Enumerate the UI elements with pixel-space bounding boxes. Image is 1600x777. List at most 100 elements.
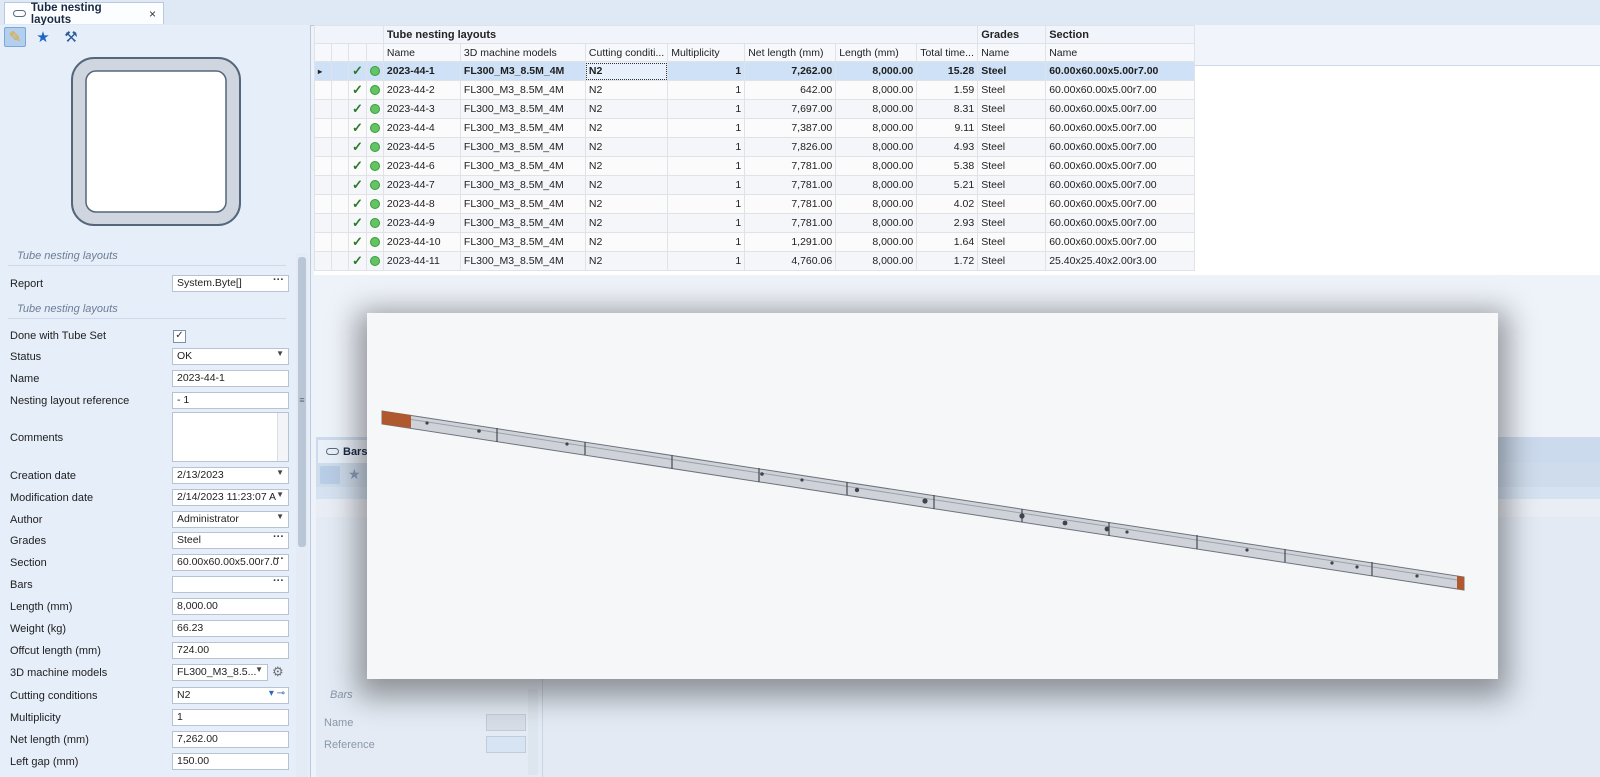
star-icon[interactable]: ★ (32, 27, 54, 47)
check-icon[interactable]: ✓ (348, 80, 367, 100)
cell-total-time[interactable]: 2.93 (916, 213, 979, 233)
net-length-field[interactable]: 7,262.00 (172, 731, 289, 748)
row-indicator[interactable] (314, 99, 332, 119)
cell-cutting[interactable]: N2 (584, 251, 669, 271)
table-row[interactable]: ✓ 2023-44-8 FL300_M3_8.5M_4M N2 1 7,781.00 8,0… (314, 194, 1196, 214)
edit-icon[interactable]: ✎ (4, 27, 26, 47)
cell-total-time[interactable]: 4.93 (916, 137, 979, 157)
cell-models[interactable]: FL300_M3_8.5M_4M (459, 61, 586, 81)
cell-name[interactable]: 2023-44-11 (382, 251, 461, 271)
cell-length[interactable]: 8,000.00 (835, 137, 918, 157)
chevron-down-icon[interactable]: ▼ (276, 490, 284, 499)
row-indicator[interactable] (314, 156, 332, 176)
star-icon[interactable]: ★ (348, 466, 361, 483)
link-icon[interactable]: ▾ ⊸ (269, 688, 285, 699)
cell-models[interactable]: FL300_M3_8.5M_4M (459, 232, 586, 252)
status-dot-icon[interactable] (365, 194, 384, 214)
cell-models[interactable]: FL300_M3_8.5M_4M (459, 156, 586, 176)
status-dot-icon[interactable] (365, 156, 384, 176)
column-header-length[interactable]: Length (mm) (835, 43, 918, 62)
cell-length[interactable]: 8,000.00 (835, 194, 918, 214)
cell-net-length[interactable]: 642.00 (744, 80, 837, 100)
chevron-down-icon[interactable]: ▼ (276, 349, 284, 358)
cell-total-time[interactable]: 1.72 (916, 251, 979, 271)
column-header-net-length[interactable]: Net length (mm) (744, 43, 837, 62)
column-header-cutting[interactable]: Cutting conditi... (584, 43, 669, 62)
cell-length[interactable]: 8,000.00 (835, 175, 918, 195)
column-header-check[interactable] (348, 43, 367, 62)
section-field[interactable]: 60.00x60.00x5.00r7.0 ··· (172, 554, 289, 571)
status-select[interactable]: OK ▼ (172, 348, 289, 365)
cell-net-length[interactable]: 7,262.00 (744, 61, 837, 81)
cell-length[interactable]: 8,000.00 (835, 80, 918, 100)
3d-viewer[interactable] (367, 313, 1498, 679)
cell-grade[interactable]: Steel (977, 156, 1047, 176)
cell-section[interactable]: 60.00x60.00x5.00r7.00 (1045, 80, 1196, 100)
cell-total-time[interactable]: 5.21 (916, 175, 979, 195)
cell-name[interactable]: 2023-44-1 (382, 61, 461, 81)
cell-name[interactable]: 2023-44-7 (382, 175, 461, 195)
cell-cutting[interactable]: N2 (584, 137, 669, 157)
cutting-select[interactable]: N2 ▾ ⊸ (172, 687, 289, 704)
row-blank-cell[interactable] (331, 175, 349, 195)
cell-section[interactable]: 60.00x60.00x5.00r7.00 (1045, 61, 1196, 81)
cell-grade[interactable]: Steel (977, 175, 1047, 195)
table-row[interactable]: ✓ 2023-44-6 FL300_M3_8.5M_4M N2 1 7,781.00 8,0… (314, 156, 1196, 176)
cell-section[interactable]: 60.00x60.00x5.00r7.00 (1045, 194, 1196, 214)
row-indicator[interactable] (314, 232, 332, 252)
cell-grade[interactable]: Steel (977, 80, 1047, 100)
cell-multiplicity[interactable]: 1 (667, 80, 746, 100)
cell-multiplicity[interactable]: 1 (667, 232, 746, 252)
gear-icon[interactable]: ⚙ (272, 664, 284, 680)
table-row[interactable]: ✓ 2023-44-10 FL300_M3_8.5M_4M N2 1 1,291.00 8,… (314, 232, 1196, 252)
cell-name[interactable]: 2023-44-4 (382, 118, 461, 138)
table-row[interactable]: ✓ 2023-44-11 FL300_M3_8.5M_4M N2 1 4,760.06 8,… (314, 251, 1196, 271)
cell-length[interactable]: 8,000.00 (835, 61, 918, 81)
cell-length[interactable]: 8,000.00 (835, 99, 918, 119)
check-icon[interactable]: ✓ (348, 175, 367, 195)
splitter-grip-icon[interactable]: ≡ (296, 395, 308, 405)
table-row[interactable]: ✓ 2023-44-4 FL300_M3_8.5M_4M N2 1 7,387.00 8,0… (314, 118, 1196, 138)
cell-grade[interactable]: Steel (977, 251, 1047, 271)
cell-grade[interactable]: Steel (977, 213, 1047, 233)
check-icon[interactable]: ✓ (348, 137, 367, 157)
row-blank-cell[interactable] (331, 213, 349, 233)
cell-section[interactable]: 60.00x60.00x5.00r7.00 (1045, 156, 1196, 176)
cell-models[interactable]: FL300_M3_8.5M_4M (459, 118, 586, 138)
status-dot-icon[interactable] (365, 80, 384, 100)
row-blank-cell[interactable] (331, 232, 349, 252)
cell-total-time[interactable]: 15.28 (916, 61, 979, 81)
row-indicator[interactable] (314, 137, 332, 157)
cell-models[interactable]: FL300_M3_8.5M_4M (459, 213, 586, 233)
ellipsis-button[interactable]: ··· (273, 555, 284, 565)
column-header-name[interactable]: Name (382, 43, 461, 62)
cell-total-time[interactable]: 5.38 (916, 156, 979, 176)
cell-length[interactable]: 8,000.00 (835, 156, 918, 176)
cell-net-length[interactable]: 4,760.06 (744, 251, 837, 271)
cell-cutting[interactable]: N2 (584, 156, 669, 176)
row-indicator[interactable] (314, 175, 332, 195)
cell-section[interactable]: 25.40x25.40x2.00r3.00 (1045, 251, 1196, 271)
cell-section[interactable]: 60.00x60.00x5.00r7.00 (1045, 118, 1196, 138)
chevron-down-icon[interactable]: ▼ (276, 468, 284, 477)
cell-net-length[interactable]: 7,697.00 (744, 99, 837, 119)
column-header-models[interactable]: 3D machine models (459, 43, 586, 62)
check-icon[interactable]: ✓ (348, 118, 367, 138)
row-indicator[interactable] (314, 80, 332, 100)
status-dot-icon[interactable] (365, 118, 384, 138)
close-icon[interactable]: × (149, 7, 156, 21)
cell-section[interactable]: 60.00x60.00x5.00r7.00 (1045, 213, 1196, 233)
cell-length[interactable]: 8,000.00 (835, 232, 918, 252)
cell-models[interactable]: FL300_M3_8.5M_4M (459, 137, 586, 157)
cell-name[interactable]: 2023-44-2 (382, 80, 461, 100)
cell-multiplicity[interactable]: 1 (667, 251, 746, 271)
row-blank-cell[interactable] (331, 137, 349, 157)
tools-icon[interactable]: ⚒ (60, 27, 82, 47)
cell-models[interactable]: FL300_M3_8.5M_4M (459, 251, 586, 271)
cell-length[interactable]: 8,000.00 (835, 118, 918, 138)
check-icon[interactable]: ✓ (348, 251, 367, 271)
check-icon[interactable]: ✓ (348, 194, 367, 214)
table-row[interactable]: ✓ 2023-44-5 FL300_M3_8.5M_4M N2 1 7,826.00 8,0… (314, 137, 1196, 157)
cell-net-length[interactable]: 7,781.00 (744, 156, 837, 176)
bars-field[interactable]: ··· (172, 576, 289, 593)
